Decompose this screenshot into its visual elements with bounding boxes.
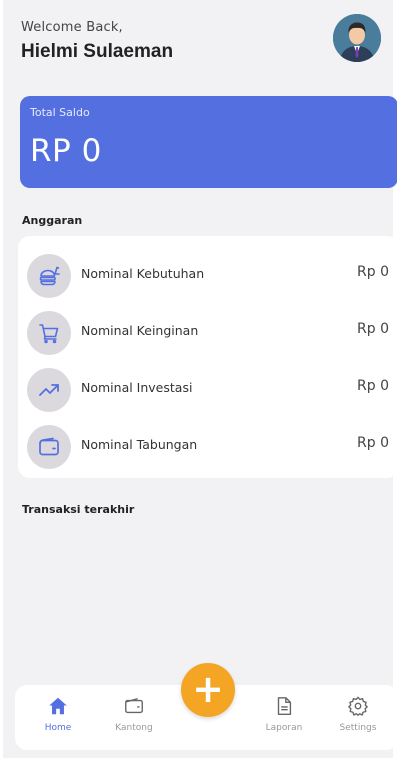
budget-row-keinginan[interactable]: Nominal Keinginan Rp 0 (18, 307, 397, 364)
avatar[interactable] (333, 14, 381, 62)
nav-home[interactable]: Home (28, 693, 88, 733)
nav-label: Laporan (265, 723, 303, 733)
nav-label: Home (44, 723, 72, 733)
saldo-value: RP 0 (30, 133, 102, 169)
wallet-icon (27, 425, 71, 469)
budget-value: Rp 0 (357, 264, 389, 280)
budget-label: Nominal Investasi (81, 380, 193, 395)
food-icon (27, 254, 71, 298)
nav-label: Settings (339, 723, 377, 733)
budget-label: Nominal Keinginan (81, 323, 199, 338)
home-screen: Welcome Back, Hielmi Sulaeman Total Sald… (3, 0, 397, 758)
welcome-text: Welcome Back, (21, 20, 123, 35)
budget-row-tabungan[interactable]: Nominal Tabungan Rp 0 (18, 421, 397, 478)
nav-laporan[interactable]: Laporan (254, 693, 314, 733)
avatar-person-icon (333, 14, 381, 62)
username: Hielmi Sulaeman (21, 41, 174, 62)
budget-row-investasi[interactable]: Nominal Investasi Rp 0 (18, 364, 397, 421)
transaksi-title: Transaksi terakhir (22, 503, 135, 516)
budget-label: Nominal Tabungan (81, 437, 198, 452)
trending-up-icon (27, 368, 71, 412)
anggaran-title: Anggaran (22, 214, 83, 227)
nav-settings[interactable]: Settings (328, 693, 388, 733)
report-icon (254, 693, 314, 719)
budget-label: Nominal Kebutuhan (81, 266, 205, 281)
plus-icon: + (192, 666, 224, 711)
budget-value: Rp 0 (357, 378, 389, 394)
add-transaction-button[interactable]: + (181, 663, 235, 717)
saldo-label: Total Saldo (30, 106, 90, 119)
wallet-icon (104, 693, 164, 719)
budget-row-kebutuhan[interactable]: Nominal Kebutuhan Rp 0 (18, 250, 397, 307)
total-saldo-card: Total Saldo RP 0 (20, 96, 397, 188)
nav-label: Kantong (115, 723, 153, 733)
nav-kantong[interactable]: Kantong (104, 693, 164, 733)
budget-value: Rp 0 (357, 435, 389, 451)
header: Welcome Back, Hielmi Sulaeman (21, 14, 383, 75)
anggaran-card: Nominal Kebutuhan Rp 0 Nominal Keinginan… (18, 236, 397, 478)
cart-icon (27, 311, 71, 355)
home-icon (28, 693, 88, 719)
budget-value: Rp 0 (357, 321, 389, 337)
settings-icon (328, 693, 388, 719)
